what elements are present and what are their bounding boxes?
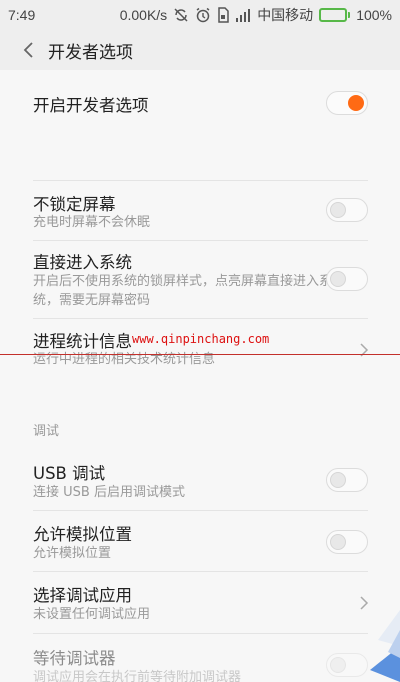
signal-icon	[235, 8, 251, 22]
wait-debugger-description: 调试应用会在执行前等待附加调试器	[33, 670, 242, 682]
watermark-text: www.qinpinchang.com	[132, 332, 270, 346]
select-debug-app-label: 选择调试应用	[33, 586, 132, 605]
developer-options-label: 开启开发者选项	[33, 96, 149, 115]
stay-awake-label: 不锁定屏幕	[33, 195, 116, 214]
process-stats-label: 进程统计信息	[33, 332, 132, 351]
status-icons: 0.00K/s 中国移动 100%	[120, 5, 392, 25]
developer-options-row[interactable]: 开启开发者选项	[0, 70, 400, 134]
stay-awake-toggle[interactable]	[326, 198, 368, 222]
direct-boot-row[interactable]: 直接进入系统 开启后不使用系统的锁屏样式，点亮屏幕直接进入系统，需要无屏幕密码	[0, 240, 400, 318]
title-bar: 开发者选项	[0, 30, 400, 70]
mock-location-row[interactable]: 允许模拟位置 允许模拟位置	[0, 510, 400, 571]
alarm-icon	[195, 7, 211, 23]
process-stats-row[interactable]: 进程统计信息 运行中进程的相关技术统计信息	[0, 318, 400, 378]
usb-debugging-label: USB 调试	[33, 464, 106, 483]
back-button[interactable]	[16, 38, 40, 62]
stay-awake-row[interactable]: 不锁定屏幕 充电时屏幕不会休眠	[0, 180, 400, 240]
developer-options-toggle[interactable]	[326, 91, 368, 115]
select-debug-app-row[interactable]: 选择调试应用 未设置任何调试应用	[0, 571, 400, 633]
direct-boot-toggle[interactable]	[326, 267, 368, 291]
chevron-left-icon	[23, 42, 33, 58]
network-speed: 0.00K/s	[119, 7, 168, 23]
direct-boot-description: 开启后不使用系统的锁屏样式，点亮屏幕直接进入系统，需要无屏幕密码	[33, 274, 333, 308]
battery-icon	[319, 8, 351, 22]
status-bar: 7:49 0.00K/s 中国移动 100%	[0, 0, 400, 30]
debug-section-header: 调试	[33, 424, 60, 439]
corner-decoration-icon	[370, 610, 400, 682]
mock-location-toggle[interactable]	[326, 530, 368, 554]
wait-debugger-label: 等待调试器	[33, 649, 116, 668]
process-stats-description: 运行中进程的相关技术统计信息	[33, 352, 216, 367]
status-time: 7:49	[8, 7, 36, 23]
mock-location-description: 允许模拟位置	[33, 546, 112, 561]
select-debug-app-description: 未设置任何调试应用	[33, 607, 151, 622]
battery-percent: 100%	[356, 7, 392, 23]
mock-location-label: 允许模拟位置	[33, 525, 132, 544]
sync-off-icon	[173, 7, 189, 23]
usb-debugging-description: 连接 USB 后启用调试模式	[33, 485, 185, 500]
settings-list: 开启开发者选项 不锁定屏幕 充电时屏幕不会休眠 直接进入系统 开启后不使用系统的…	[0, 70, 400, 682]
page-title: 开发者选项	[48, 42, 133, 63]
carrier-name: 中国移动	[257, 7, 314, 23]
usb-debugging-row[interactable]: USB 调试 连接 USB 后启用调试模式	[0, 448, 400, 510]
sim-icon	[217, 7, 229, 23]
stay-awake-description: 充电时屏幕不会休眠	[33, 215, 151, 230]
direct-boot-label: 直接进入系统	[33, 253, 132, 272]
wait-debugger-row[interactable]: 等待调试器 调试应用会在执行前等待附加调试器	[0, 633, 400, 682]
usb-debugging-toggle[interactable]	[326, 468, 368, 492]
chevron-right-icon	[360, 343, 369, 357]
watermark-line	[0, 354, 400, 355]
